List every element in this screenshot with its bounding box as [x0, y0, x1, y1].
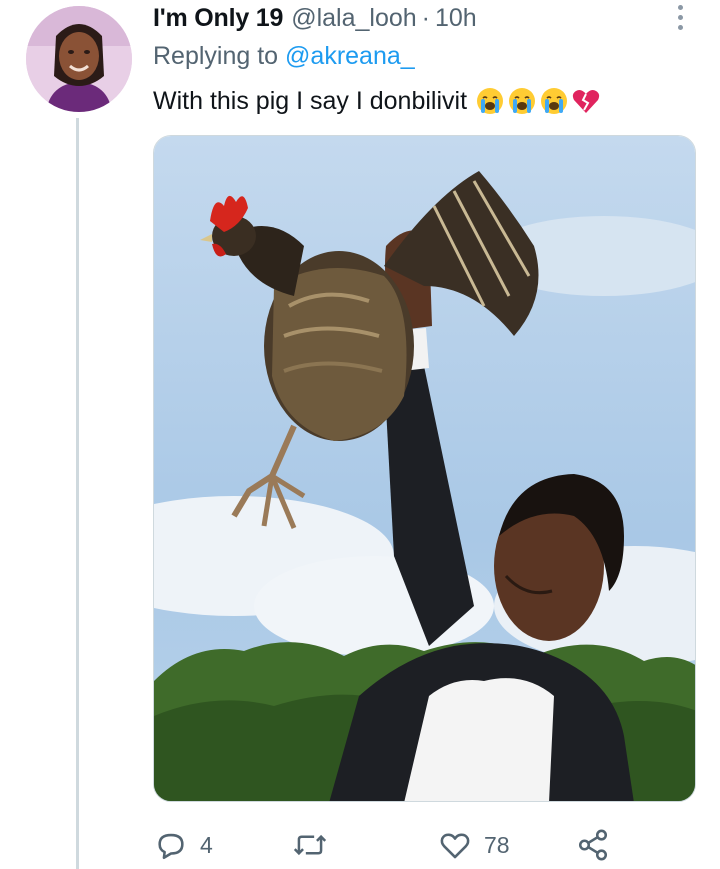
- timestamp[interactable]: 10h: [435, 4, 477, 33]
- heart-icon: [440, 833, 470, 859]
- emoji-row: [475, 86, 601, 116]
- photo-man-holding-rooster: [154, 136, 695, 801]
- tweet-actions: 4 78: [150, 823, 620, 867]
- tweet-body: With this pig I say I donbilivit: [153, 86, 601, 116]
- like-count: 78: [484, 831, 510, 858]
- loudly-crying-face-icon: [509, 88, 536, 114]
- tweet-text: With this pig I say I donbilivit: [153, 86, 468, 115]
- like-button[interactable]: 78: [438, 823, 510, 867]
- tweet-header: I'm Only 19 @lala_looh · 10h: [153, 4, 477, 38]
- avatar-photo: [26, 6, 132, 112]
- loudly-crying-face-icon: [477, 88, 504, 114]
- separator-dot: ·: [421, 4, 430, 32]
- replying-to: Replying to @akreana_: [153, 42, 415, 71]
- retweet-arrows-icon: [293, 834, 327, 856]
- retweet-button[interactable]: [292, 823, 340, 867]
- reply-count: 4: [200, 831, 213, 858]
- speech-bubble-icon: [158, 833, 184, 860]
- avatar[interactable]: [26, 6, 132, 112]
- tweet-media-photo[interactable]: [153, 135, 696, 802]
- replying-to-mention[interactable]: @akreana_: [285, 42, 415, 70]
- replying-prefix: Replying to: [153, 42, 279, 70]
- loudly-crying-face-icon: [541, 88, 568, 114]
- broken-heart-icon: [572, 90, 600, 113]
- more-options-button[interactable]: [668, 2, 692, 32]
- reply-button[interactable]: 4: [154, 823, 213, 867]
- share-nodes-icon: [578, 829, 608, 861]
- thread-line: [76, 118, 79, 869]
- display-name[interactable]: I'm Only 19: [153, 4, 283, 33]
- share-button[interactable]: [576, 823, 610, 867]
- vertical-dots-icon: [677, 4, 683, 10]
- user-handle[interactable]: @lala_looh: [291, 4, 416, 33]
